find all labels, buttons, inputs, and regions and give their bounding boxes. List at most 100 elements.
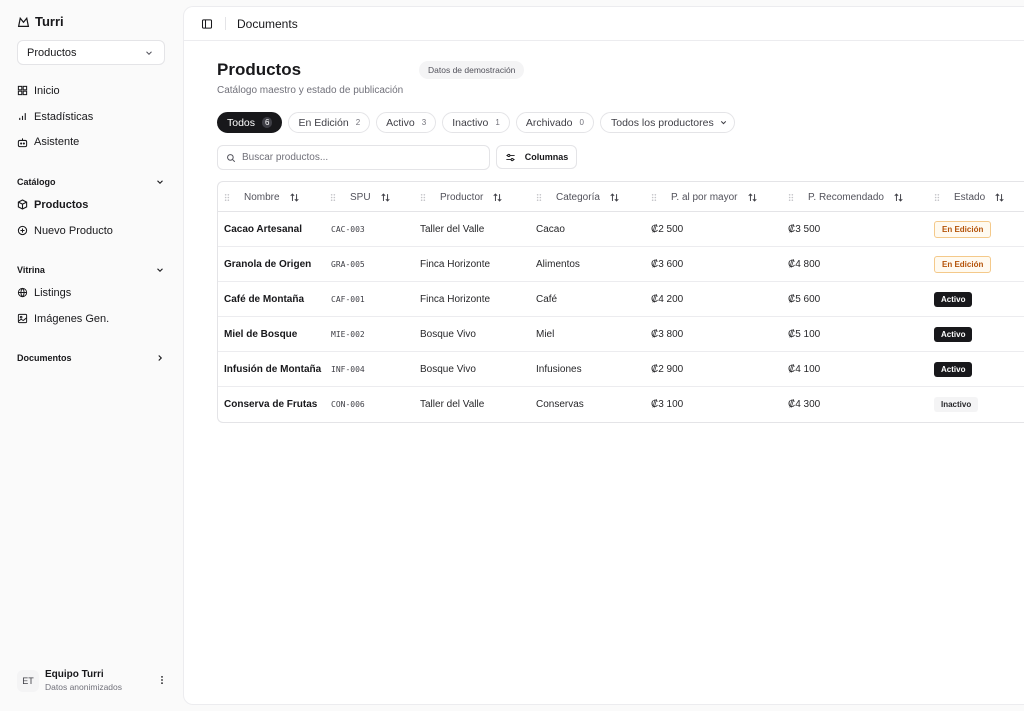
sort-icon[interactable]: [492, 192, 503, 203]
column-header[interactable]: P. Recomendado: [788, 182, 904, 212]
section-title: Documentos: [17, 353, 72, 363]
column-header[interactable]: Categoría: [536, 182, 620, 212]
column-header[interactable]: P. al por mayor: [651, 182, 758, 212]
filter-count: 3: [421, 118, 427, 127]
drag-handle-icon[interactable]: [651, 193, 657, 202]
cell-producer: Bosque Vivo: [420, 329, 476, 340]
filter-label: Archivado: [525, 116, 573, 129]
status-badge: En Edición: [934, 256, 992, 273]
filter-count: 2: [355, 118, 361, 127]
section-documentos[interactable]: Documentos: [17, 353, 165, 363]
drag-handle-icon[interactable]: [330, 193, 336, 202]
section-vitrina[interactable]: Vitrina: [17, 265, 165, 275]
search-box: [217, 145, 490, 170]
grid-icon: [17, 86, 28, 96]
status-badge: Inactivo: [934, 397, 979, 412]
cell-category: Infusiones: [536, 364, 582, 375]
sidebar-toggle-icon[interactable]: [201, 18, 213, 30]
plus-circle-icon: [17, 225, 28, 236]
section-catalogo[interactable]: Catálogo: [17, 177, 165, 187]
catalogo-nav: Productos Nuevo Producto: [17, 192, 167, 243]
drag-handle-icon[interactable]: [934, 193, 940, 202]
chevron-down-icon: [720, 121, 726, 125]
nav-item-estadisticas[interactable]: Estadísticas: [17, 104, 167, 130]
section-title: Catálogo: [17, 177, 56, 187]
table-row[interactable]: Conserva de Frutas CON-006 Taller del Vall…: [218, 387, 1024, 422]
cell-wholesale-price: ₡4 200: [651, 294, 684, 305]
nav-item-productos[interactable]: Productos: [17, 192, 167, 218]
column-header[interactable]: SPU: [330, 182, 391, 212]
filter-activo[interactable]: Activo 3: [376, 112, 437, 133]
app-selector-value: Productos: [27, 46, 77, 59]
table-row[interactable]: Café de Montaña CAF-001 Finca Horizonte Caf…: [218, 282, 1024, 317]
table-row[interactable]: Miel de Bosque MIE-002 Bosque Vivo Miel ₡3 8…: [218, 317, 1024, 352]
sort-icon[interactable]: [994, 192, 1005, 203]
cell-wholesale-price: ₡2 500: [651, 224, 684, 235]
nav-label: Inicio: [34, 84, 60, 97]
column-header[interactable]: Estado: [934, 182, 1005, 212]
vitrina-nav: Listings Imágenes Gen.: [17, 280, 167, 331]
filter-label: En Edición: [298, 116, 349, 129]
table-row[interactable]: Granola de Origen GRA-005 Finca Horizonte A…: [218, 247, 1024, 282]
table-header: Nombre SPU Productor Categoría P. al por may…: [218, 182, 1024, 212]
sort-icon[interactable]: [893, 192, 904, 203]
topbar: Documents: [184, 7, 1024, 41]
sort-icon[interactable]: [609, 192, 620, 203]
search-icon: [227, 153, 236, 162]
cell-producer: Taller del Valle: [420, 399, 485, 410]
producer-filter-select[interactable]: Todos los productores: [599, 112, 735, 133]
column-header[interactable]: Productor: [420, 182, 503, 212]
nav-label: Estadísticas: [34, 110, 94, 123]
nav-item-nuevo-producto[interactable]: Nuevo Producto: [17, 218, 167, 244]
sliders-icon: [506, 153, 515, 161]
status-badge: Activo: [934, 292, 973, 307]
table-row[interactable]: Infusión de Montaña INF-004 Bosque Vivo Inf…: [218, 352, 1024, 387]
cell-status: En Edición: [934, 247, 992, 282]
filter-inactivo[interactable]: Inactivo 1: [442, 112, 510, 133]
cell-wholesale-price: ₡2 900: [651, 364, 684, 375]
sort-icon[interactable]: [380, 192, 391, 203]
cell-producer: Bosque Vivo: [420, 364, 476, 375]
drag-handle-icon[interactable]: [420, 193, 426, 202]
brand[interactable]: Turri: [17, 14, 64, 29]
search-input[interactable]: [242, 152, 472, 163]
nav-item-asistente[interactable]: Asistente: [17, 129, 167, 155]
status-badge: Activo: [934, 362, 973, 377]
column-header[interactable]: Nombre: [224, 182, 300, 212]
filter-todos[interactable]: Todos 6: [217, 112, 283, 133]
drag-handle-icon[interactable]: [224, 193, 230, 202]
nav-item-imagenes-gen[interactable]: Imágenes Gen.: [17, 306, 167, 332]
cell-name: Granola de Origen: [224, 259, 312, 270]
filter-count: 0: [579, 118, 584, 127]
filter-archivado[interactable]: Archivado 0: [515, 112, 594, 133]
status-badge: En Edición: [934, 221, 992, 238]
cell-recommended-price: ₡3 500: [788, 224, 821, 235]
producer-filter-value: Todos los productores: [610, 116, 714, 129]
bar-chart-icon: [19, 113, 26, 120]
cell-wholesale-price: ₡3 800: [651, 329, 684, 340]
filter-label: Activo: [386, 116, 415, 129]
more-vertical-icon[interactable]: [157, 675, 167, 685]
drag-handle-icon[interactable]: [788, 193, 794, 202]
avatar: ET: [17, 669, 39, 692]
cell-spu: GRA-005: [331, 260, 365, 269]
cell-spu: MIE-002: [331, 330, 365, 339]
products-table: Nombre SPU Productor Categoría P. al por may…: [217, 181, 1024, 423]
nav-item-inicio[interactable]: Inicio: [17, 78, 167, 104]
app-selector[interactable]: Productos: [17, 40, 165, 65]
cell-recommended-price: ₡5 100: [788, 329, 821, 340]
chevron-down-icon: [146, 50, 152, 55]
filter-en-edicion[interactable]: En Edición 2: [288, 112, 371, 133]
columns-button[interactable]: Columnas: [496, 145, 577, 169]
drag-handle-icon[interactable]: [536, 193, 542, 202]
demo-badge: Datos de demostración: [419, 61, 525, 79]
user-menu[interactable]: ET Equipo Turri Datos anonimizados: [17, 669, 167, 692]
filter-count: 6: [262, 117, 273, 128]
box-icon: [17, 199, 28, 210]
nav-item-listings[interactable]: Listings: [17, 280, 167, 306]
cell-name: Infusión de Montaña: [224, 364, 322, 375]
nav-label: Listings: [34, 286, 72, 299]
sort-icon[interactable]: [289, 192, 300, 203]
sort-icon[interactable]: [747, 192, 758, 203]
table-row[interactable]: Cacao Artesanal CAC-003 Taller del Valle Ca…: [218, 212, 1024, 247]
